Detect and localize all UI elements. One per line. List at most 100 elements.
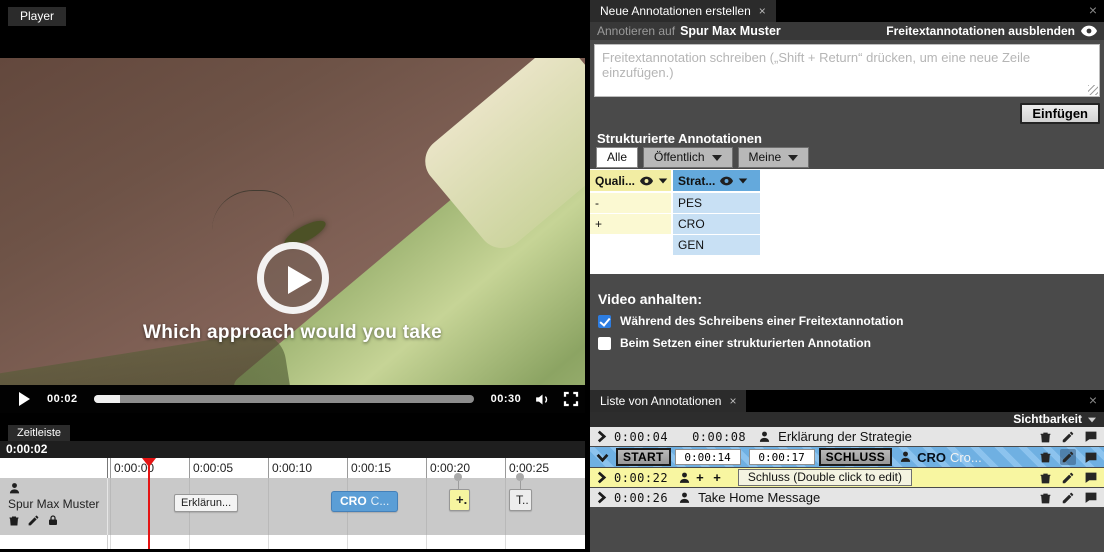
gridline bbox=[426, 478, 427, 535]
play-overlay-button[interactable] bbox=[257, 242, 329, 314]
play-button[interactable] bbox=[19, 392, 30, 406]
end-time-input[interactable] bbox=[749, 449, 815, 465]
seek-bar[interactable] bbox=[94, 395, 474, 403]
gridline bbox=[505, 458, 506, 478]
player-controls: 00:02 00:30 bbox=[0, 385, 585, 413]
chevron-right-icon[interactable] bbox=[596, 491, 607, 504]
annotation-row[interactable]: 0:00:26 Take Home Message bbox=[590, 488, 1104, 507]
gridline bbox=[268, 478, 269, 535]
timeline-annotation-cro[interactable]: CROC... bbox=[331, 491, 398, 512]
column-header-strat[interactable]: Strat... bbox=[673, 170, 760, 191]
caret-down-icon[interactable] bbox=[739, 178, 748, 183]
edit-icon[interactable] bbox=[1061, 430, 1075, 444]
track-divider bbox=[107, 535, 108, 549]
gridline bbox=[505, 535, 506, 549]
track-divider bbox=[107, 478, 108, 535]
current-time: 00:02 bbox=[47, 393, 78, 405]
timeline-ruler[interactable]: 0:00:00 0:00:05 0:00:10 0:00:15 0:00:20 … bbox=[0, 458, 585, 478]
chevron-right-icon[interactable] bbox=[596, 430, 607, 443]
tab-label: Öffentlich bbox=[654, 148, 704, 167]
annotation-text: Cro... bbox=[950, 450, 982, 465]
edit-icon[interactable] bbox=[1060, 449, 1076, 465]
ruler-label: 0:00:15 bbox=[351, 461, 391, 475]
tab-alle[interactable]: Alle bbox=[596, 147, 638, 168]
gridline bbox=[505, 478, 506, 535]
start-button[interactable]: START bbox=[616, 448, 671, 466]
timeline-annotation-t[interactable]: T.. bbox=[509, 489, 532, 511]
edit-icon[interactable] bbox=[1061, 471, 1075, 485]
playhead-marker[interactable] bbox=[142, 458, 156, 467]
tab-meine[interactable]: Meine bbox=[738, 147, 810, 168]
gridline bbox=[189, 535, 190, 549]
tab-create-annotations[interactable]: Neue Annotationen erstellen× bbox=[590, 0, 776, 22]
gridline bbox=[189, 458, 190, 478]
comment-icon[interactable] bbox=[1084, 491, 1098, 504]
tab-close-icon[interactable]: × bbox=[729, 394, 736, 408]
quali-cell[interactable]: + bbox=[590, 214, 671, 234]
annotation-track[interactable]: Spur Max Muster Erklärun... CROC... +. T… bbox=[0, 478, 585, 535]
visibility-label: Sichtbarkeit bbox=[1013, 412, 1082, 426]
edit-icon[interactable] bbox=[1061, 491, 1075, 505]
schluss-button[interactable]: SCHLUSS bbox=[819, 448, 892, 466]
annotation-code: CRO bbox=[917, 450, 946, 465]
comment-icon[interactable] bbox=[1084, 430, 1098, 443]
visibility-menu[interactable]: Sichtbarkeit bbox=[590, 412, 1104, 427]
player-tab[interactable]: Player bbox=[8, 7, 66, 26]
edit-track-icon[interactable] bbox=[27, 514, 40, 527]
eye-icon[interactable] bbox=[720, 176, 733, 186]
quali-cell[interactable]: - bbox=[590, 193, 671, 213]
delete-icon[interactable] bbox=[1039, 471, 1052, 485]
timeline-annotation-free[interactable]: Erklärun... bbox=[174, 494, 238, 512]
volume-icon[interactable] bbox=[534, 391, 551, 408]
chevron-right-icon[interactable] bbox=[596, 471, 607, 484]
strat-cell[interactable]: GEN bbox=[673, 235, 760, 255]
annotation-code: CRO bbox=[340, 494, 367, 508]
tab-label: Meine bbox=[749, 148, 782, 167]
comment-icon[interactable] bbox=[1084, 451, 1098, 464]
strat-cell[interactable]: PES bbox=[673, 193, 760, 213]
annotation-row[interactable]: 0:00:22 + + Schluss (Double click to edi… bbox=[590, 468, 1104, 487]
delete-icon[interactable] bbox=[1039, 491, 1052, 505]
playhead[interactable] bbox=[148, 458, 150, 549]
video-frame[interactable]: Which approach would you take bbox=[0, 58, 585, 385]
annotation-row[interactable]: 0:00:04 0:00:08 Erklärung der Strategie bbox=[590, 427, 1104, 446]
panel-close-icon[interactable]: × bbox=[1089, 3, 1097, 17]
timeline-tab[interactable]: Zeitleiste bbox=[8, 425, 70, 441]
caret-down-icon bbox=[712, 155, 722, 161]
start-time: 0:00:26 bbox=[614, 491, 668, 505]
panel-close-icon[interactable]: × bbox=[1089, 393, 1097, 407]
gridline bbox=[110, 535, 111, 549]
caret-down-icon[interactable] bbox=[659, 178, 668, 183]
tab-oeffentlich[interactable]: Öffentlich bbox=[643, 147, 732, 168]
column-header-quali[interactable]: Quali... bbox=[590, 170, 671, 191]
edit-tooltip: Schluss (Double click to edit) bbox=[738, 469, 912, 486]
fullscreen-icon[interactable] bbox=[562, 390, 580, 408]
duration: 00:30 bbox=[491, 393, 522, 405]
annotation-row-selected[interactable]: START SCHLUSS CRO Cro... bbox=[590, 447, 1104, 467]
insert-button[interactable]: Einfügen bbox=[1020, 103, 1100, 124]
checkbox-structured[interactable] bbox=[598, 337, 611, 350]
freetext-input[interactable] bbox=[594, 44, 1100, 97]
comment-icon[interactable] bbox=[1084, 471, 1098, 484]
ruler-label: 0:00:10 bbox=[272, 461, 312, 475]
hide-freetext-toggle[interactable]: Freitextannotationen ausblenden bbox=[886, 24, 1097, 38]
list-panel-tabbar: Liste von Annotationen× × bbox=[590, 390, 1104, 412]
checkbox-freetext[interactable] bbox=[598, 315, 611, 328]
delete-icon[interactable] bbox=[1039, 430, 1052, 444]
delete-track-icon[interactable] bbox=[8, 514, 20, 527]
start-time: 0:00:22 bbox=[614, 471, 668, 485]
gridline bbox=[110, 478, 111, 535]
tab-close-icon[interactable]: × bbox=[759, 4, 766, 18]
lock-track-icon[interactable] bbox=[47, 514, 59, 527]
delete-icon[interactable] bbox=[1039, 450, 1052, 464]
annotate-on: Annotieren aufSpur Max Muster bbox=[597, 24, 781, 38]
resize-grip[interactable] bbox=[1088, 85, 1098, 95]
strat-cell[interactable]: CRO bbox=[673, 214, 760, 234]
start-time-input[interactable] bbox=[675, 449, 741, 465]
tab-annotation-list[interactable]: Liste von Annotationen× bbox=[590, 390, 746, 412]
timeline-empty-row bbox=[0, 535, 585, 549]
timeline-annotation-plus[interactable]: +. bbox=[449, 489, 470, 511]
chevron-down-icon[interactable] bbox=[596, 452, 609, 463]
eye-icon[interactable] bbox=[640, 176, 653, 186]
start-time: 0:00:04 bbox=[614, 430, 668, 444]
